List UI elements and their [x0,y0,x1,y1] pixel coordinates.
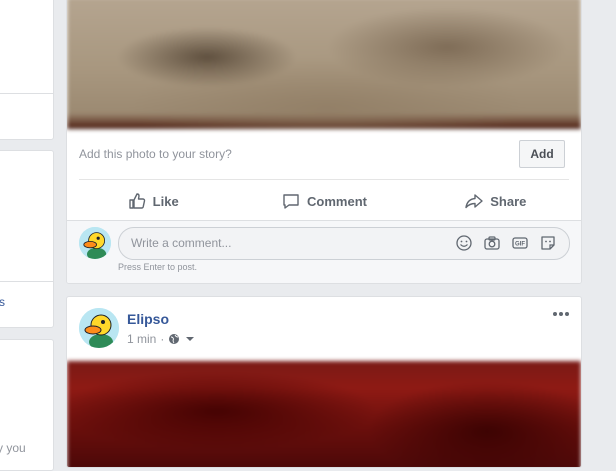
duck-avatar-icon [79,308,119,348]
left-card-text: y you [0,441,26,455]
comment-button[interactable]: Comment [238,184,409,218]
dropdown-caret-icon[interactable] [184,333,196,345]
share-label: Share [490,193,527,209]
add-to-story-prompt: Add this photo to your story? [79,147,232,161]
add-to-story-button[interactable]: Add [519,140,565,168]
comment-label: Comment [307,193,367,209]
comment-placeholder: Write a comment... [131,236,232,250]
add-to-story-row: Add this photo to your story? Add [67,130,581,178]
share-icon [465,194,483,209]
like-button[interactable]: Like [67,184,238,218]
divider [79,179,569,180]
comment-input-tools: GIF [455,234,557,252]
meta-separator: · [160,332,165,346]
sticker-icon[interactable] [539,234,557,252]
left-card-middle: s [0,150,54,328]
post-card-elipso: Elipso 1 min · [66,296,582,468]
globe-icon[interactable] [168,333,180,345]
comment-input[interactable]: Write a comment... GIF [118,227,570,260]
left-card-bottom: y you [0,339,54,471]
comment-icon [283,194,299,209]
post-card-photo: Add this photo to your story? Add Like C… [66,0,582,284]
post-author-name[interactable]: Elipso [127,311,169,327]
left-card-divider [0,93,53,94]
user-avatar[interactable] [79,227,111,259]
post-actions-bar: Like Comment Share [67,184,581,218]
emoji-icon[interactable] [455,234,473,252]
left-card-divider [0,281,53,282]
author-avatar[interactable] [79,308,119,348]
more-options-icon[interactable] [551,307,571,321]
share-button[interactable]: Share [410,184,581,218]
svg-text:GIF: GIF [515,242,525,248]
duck-avatar-icon [79,227,111,259]
left-card-top [0,0,54,140]
camera-icon[interactable] [483,234,501,252]
gif-icon[interactable]: GIF [511,234,529,252]
like-label: Like [152,193,179,209]
like-icon [128,193,145,209]
post-timestamp[interactable]: 1 min [127,332,156,346]
post-photo-blurred[interactable] [67,361,581,467]
post-photo-blurred[interactable] [67,0,581,129]
left-card-link[interactable]: s [0,295,5,309]
comment-composer: Write a comment... GIF Press Enter to po… [67,221,581,283]
press-enter-hint: Press Enter to post. [118,262,198,272]
post-meta: 1 min · [127,332,196,346]
